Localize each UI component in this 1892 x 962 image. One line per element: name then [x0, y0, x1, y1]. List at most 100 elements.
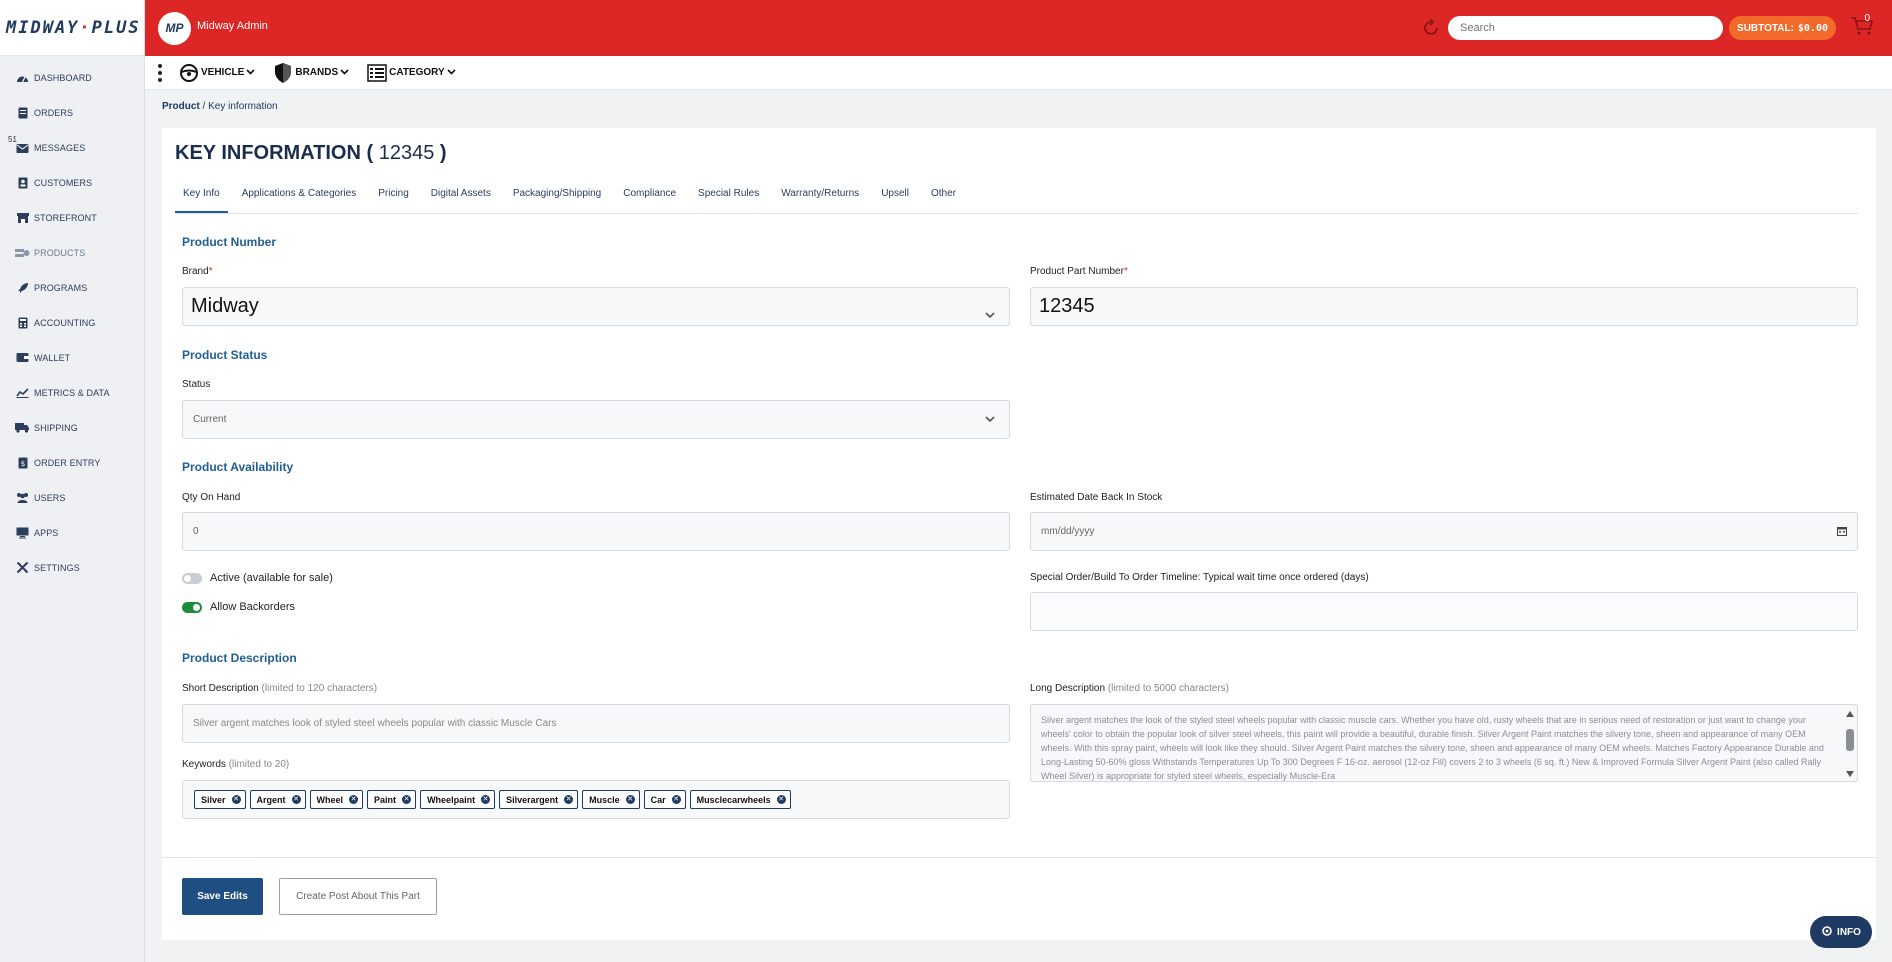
date-input[interactable]: mm/dd/yyyy [1030, 512, 1858, 551]
subtotal-amount: $0.00 [1797, 22, 1828, 34]
sidebar-item-order-entry[interactable]: $ ORDER ENTRY [0, 445, 144, 480]
header-actions: SUBTOTAL: $0.00 0 [1420, 0, 1892, 56]
calendar-icon[interactable] [1837, 526, 1847, 539]
vehicle-label: VEHICLE [201, 67, 245, 78]
remove-tag-icon[interactable]: ✕ [564, 795, 574, 804]
tab-warranty-returns[interactable]: Warranty/Returns [773, 177, 867, 213]
tab-pricing[interactable]: Pricing [370, 177, 417, 213]
part-number-label: Product Part Number* [1030, 266, 1128, 277]
tab-digital-assets[interactable]: Digital Assets [423, 177, 499, 213]
remove-tag-icon[interactable]: ✕ [402, 795, 412, 804]
sidebar-item-settings[interactable]: SETTINGS [0, 550, 144, 585]
vehicle-menu[interactable]: VEHICLE [179, 63, 255, 83]
sidebar-item-metrics[interactable]: METRICS & DATA [0, 375, 144, 410]
category-menu[interactable]: CATEGORY [367, 63, 456, 82]
keyword-tag: Wheel ✕ [309, 790, 364, 809]
products-icon [15, 246, 30, 259]
sidebar-item-customers[interactable]: CUSTOMERS [0, 165, 144, 200]
sidebar-item-shipping[interactable]: SHIPPING [0, 410, 144, 445]
subtotal-label: SUBTOTAL: [1737, 22, 1794, 34]
save-edits-button[interactable]: Save Edits [182, 878, 263, 915]
info-button[interactable]: INFO [1810, 916, 1872, 948]
create-post-button[interactable]: Create Post About This Part [279, 878, 437, 915]
short-desc-input[interactable]: Silver argent matches look of styled ste… [182, 704, 1010, 743]
active-toggle-label: Active (available for sale) [210, 572, 333, 584]
breadcrumb-current: Key information [208, 101, 278, 112]
sidebar-item-products[interactable]: PRODUCTS [0, 235, 144, 270]
keyword-tag: Silverargent ✕ [499, 790, 579, 809]
remove-tag-icon[interactable]: ✕ [671, 795, 681, 804]
qty-input[interactable]: 0 [182, 512, 1010, 551]
keywords-input[interactable]: Silver ✕ Argent ✕ Wheel ✕ Paint ✕ Wheelpaint… [182, 780, 1010, 819]
active-toggle[interactable] [182, 572, 202, 584]
product-status-title: Product Status [182, 348, 268, 362]
search-input[interactable] [1448, 16, 1724, 40]
rocket-icon [15, 281, 30, 294]
avatar[interactable]: MP [158, 11, 191, 45]
sidebar-item-orders[interactable]: ORDERS [0, 95, 144, 130]
tab-key-info[interactable]: Key Info [175, 177, 228, 213]
short-desc-label: Short Description (limited to 120 charac… [182, 683, 378, 694]
keyword-tag: Wheelpaint ✕ [420, 790, 496, 809]
brands-menu[interactable]: BRANDS [273, 62, 349, 84]
part-number-value: 12345 [1039, 295, 1095, 317]
status-select[interactable]: Current [182, 400, 1010, 439]
info-label: INFO [1837, 926, 1861, 938]
breadcrumb-separator: / [199, 101, 209, 112]
remove-tag-icon[interactable]: ✕ [481, 795, 491, 804]
part-number-input[interactable]: 12345 [1030, 287, 1858, 326]
tab-applications-categories[interactable]: Applications & Categories [234, 177, 365, 213]
breadcrumb: Product / Key information [162, 101, 278, 112]
sidebar-item-apps[interactable]: APPS [0, 515, 144, 550]
backorders-toggle[interactable] [182, 601, 202, 613]
status-value: Current [193, 414, 227, 425]
short-desc-value: Silver argent matches look of styled ste… [193, 718, 557, 729]
tab-other[interactable]: Other [923, 177, 964, 213]
long-desc-scrollbar[interactable] [1845, 709, 1855, 777]
backorders-toggle-label: Allow Backorders [210, 601, 295, 613]
date-placeholder: mm/dd/yyyy [1041, 526, 1095, 537]
category-label: CATEGORY [389, 67, 445, 78]
date-label: Estimated Date Back In Stock [1030, 492, 1163, 503]
tab-packaging-shipping[interactable]: Packaging/Shipping [505, 177, 609, 213]
long-desc-textarea[interactable]: Silver argent matches the look of the st… [1030, 704, 1858, 782]
special-order-input[interactable] [1030, 592, 1858, 631]
sidebar-item-label: SHIPPING [34, 422, 78, 433]
refresh-icon[interactable] [1420, 17, 1442, 39]
messages-badge: 51 [8, 135, 18, 144]
product-tabs: Key Info Applications & Categories Prici… [175, 177, 1858, 214]
remove-tag-icon[interactable]: ✕ [776, 795, 786, 804]
remove-tag-icon[interactable]: ✕ [291, 795, 301, 804]
midwayplus-logo[interactable]: MIDWAY · PLUS [0, 0, 144, 56]
sidebar-item-accounting[interactable]: ACCOUNTING [0, 305, 144, 340]
brand-select[interactable]: Midway [182, 287, 1010, 326]
brands-label: BRANDS [295, 67, 339, 78]
tab-special-rules[interactable]: Special Rules [690, 177, 767, 213]
admin-name[interactable]: Midway Admin [197, 20, 268, 32]
remove-tag-icon[interactable]: ✕ [349, 795, 359, 804]
sidebar-item-messages[interactable]: 51 MESSAGES [0, 130, 144, 165]
sidebar-item-label: MESSAGES [34, 142, 86, 153]
sidebar-item-label: METRICS & DATA [34, 387, 110, 398]
brand-label: Brand* [182, 266, 213, 277]
remove-tag-icon[interactable]: ✕ [231, 795, 241, 804]
steering-wheel-icon [179, 63, 199, 83]
tools-icon [15, 561, 30, 574]
sidebar-item-users[interactable]: USERS [0, 480, 144, 515]
chevron-down-icon [985, 301, 995, 324]
sidebar-item-dashboard[interactable]: DASHBOARD [0, 60, 144, 95]
kebab-menu-icon[interactable] [149, 63, 171, 82]
keyword-tag: Silver ✕ [194, 790, 246, 809]
subtotal-button[interactable]: SUBTOTAL: $0.00 [1729, 16, 1836, 40]
breadcrumb-root[interactable]: Product [162, 101, 200, 112]
key-info-card: KEY INFORMATION ( 12345 ) Key Info Appli… [162, 128, 1876, 940]
sidebar-item-label: ORDERS [34, 107, 74, 118]
tab-upsell[interactable]: Upsell [873, 177, 917, 213]
cart-button[interactable]: 0 [1842, 8, 1882, 48]
sidebar-item-wallet[interactable]: WALLET [0, 340, 144, 375]
sidebar-item-storefront[interactable]: STOREFRONT [0, 200, 144, 235]
tab-compliance[interactable]: Compliance [615, 177, 684, 213]
remove-tag-icon[interactable]: ✕ [625, 795, 635, 804]
brand-value: Midway [191, 295, 259, 317]
sidebar-item-programs[interactable]: PROGRAMS [0, 270, 144, 305]
